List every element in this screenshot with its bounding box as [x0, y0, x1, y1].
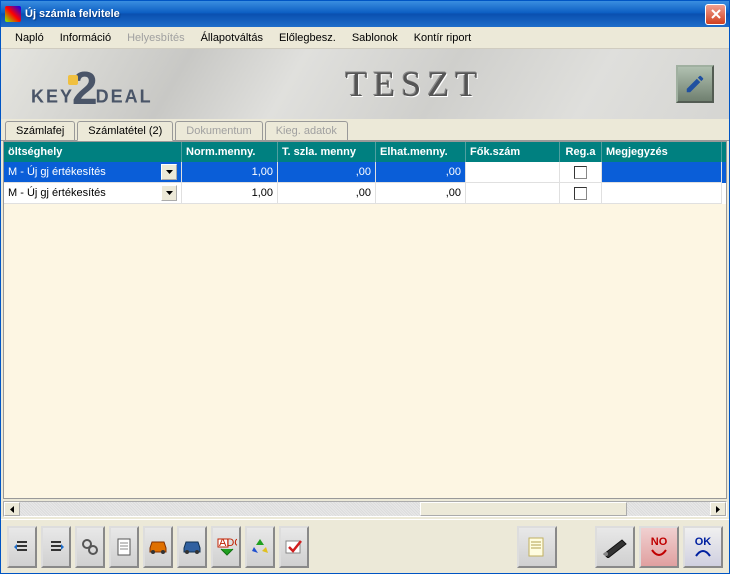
dropdown-icon[interactable]: [161, 164, 177, 180]
tool-recycle[interactable]: [245, 526, 275, 568]
col-rega[interactable]: Reg.a: [560, 142, 602, 162]
col-norm[interactable]: Norm.menny.: [182, 142, 278, 162]
menu-elolegbesz[interactable]: Előlegbesz.: [271, 30, 344, 46]
cell-norm[interactable]: 1,00: [182, 162, 278, 183]
ok-label: OK: [695, 536, 712, 548]
cell-rega[interactable]: [560, 162, 602, 183]
cell-elhat[interactable]: ,00: [376, 162, 466, 183]
cell-fokszam[interactable]: [466, 183, 560, 204]
brand-2: 2: [72, 61, 98, 115]
checkbox-icon[interactable]: [574, 187, 587, 200]
scroll-right-icon[interactable]: [710, 502, 726, 516]
tab-kieg-adatok: Kieg. adatok: [265, 121, 348, 140]
tool-gears-1[interactable]: [75, 526, 105, 568]
brand-key: KEY: [31, 87, 74, 107]
no-label: NO: [651, 536, 668, 548]
ok-button[interactable]: OK: [683, 526, 723, 568]
tool-indent-left[interactable]: [7, 526, 37, 568]
cell-koltseghely[interactable]: M - Új gj értékesítés: [4, 183, 182, 204]
cell-megj[interactable]: [602, 162, 722, 183]
col-fokszam[interactable]: Fők.szám: [466, 142, 560, 162]
scroll-thumb[interactable]: [420, 502, 627, 516]
col-tszla[interactable]: T. szla. menny: [278, 142, 376, 162]
tool-car-orange[interactable]: [143, 526, 173, 568]
main-window: Új számla felvitele Napló Információ Hel…: [0, 0, 730, 574]
grid-empty-area: [4, 204, 726, 498]
tab-szamlatetel[interactable]: Számlatétel (2): [77, 121, 173, 141]
scroll-left-icon[interactable]: [4, 502, 20, 516]
cell-text: M - Új gj értékesítés: [8, 164, 159, 180]
cell-megj[interactable]: [602, 183, 722, 204]
tool-pen[interactable]: [595, 526, 635, 568]
table-row[interactable]: M - Új gj értékesítés 1,00 ,00 ,00: [4, 162, 726, 183]
window-title: Új számla felvitele: [25, 8, 703, 20]
cell-text: M - Új gj értékesítés: [8, 185, 159, 201]
no-button[interactable]: NO: [639, 526, 679, 568]
dropdown-icon[interactable]: [161, 185, 177, 201]
grid-header: öltséghely Norm.menny. T. szla. menny El…: [4, 142, 726, 162]
tool-ado[interactable]: ADÓ: [211, 526, 241, 568]
grid: öltséghely Norm.menny. T. szla. menny El…: [3, 141, 727, 499]
cell-tszla[interactable]: ,00: [278, 162, 376, 183]
menubar: Napló Információ Helyesbítés Állapotvált…: [1, 27, 729, 49]
bottom-toolbar: ADÓ NO OK: [1, 519, 729, 573]
menu-naplo[interactable]: Napló: [7, 30, 52, 46]
svg-text:ADÓ: ADÓ: [219, 537, 237, 549]
checkbox-icon[interactable]: [574, 166, 587, 179]
tabstrip: Számlafej Számlatétel (2) Dokumentum Kie…: [1, 119, 729, 141]
banner: KEY2DEAL TESZT: [1, 49, 729, 119]
edit-corner-button[interactable]: [676, 65, 714, 103]
cell-elhat[interactable]: ,00: [376, 183, 466, 204]
tool-indent-right[interactable]: [41, 526, 71, 568]
close-button[interactable]: [705, 4, 726, 25]
table-row[interactable]: M - Új gj értékesítés 1,00 ,00 ,00: [4, 183, 726, 204]
menu-informacio[interactable]: Információ: [52, 30, 119, 46]
horizontal-scrollbar[interactable]: [3, 501, 727, 517]
tool-note[interactable]: [517, 526, 557, 568]
cell-rega[interactable]: [560, 183, 602, 204]
tab-szamlafej[interactable]: Számlafej: [5, 121, 75, 140]
cell-tszla[interactable]: ,00: [278, 183, 376, 204]
menu-allapotvaltas[interactable]: Állapotváltás: [193, 30, 271, 46]
brand-deal: DEAL: [96, 87, 153, 107]
brand-logo: KEY2DEAL: [31, 57, 153, 111]
tool-check[interactable]: [279, 526, 309, 568]
banner-center-text: TESZT: [153, 63, 676, 105]
col-koltseghely[interactable]: öltséghely: [4, 142, 182, 162]
menu-helyesbites: Helyesbítés: [119, 30, 192, 46]
cell-fokszam[interactable]: [466, 162, 560, 183]
titlebar: Új számla felvitele: [1, 1, 729, 27]
cell-norm[interactable]: 1,00: [182, 183, 278, 204]
scroll-track[interactable]: [20, 502, 710, 516]
col-elhat[interactable]: Elhat.menny.: [376, 142, 466, 162]
tool-car-blue[interactable]: [177, 526, 207, 568]
tool-document[interactable]: [109, 526, 139, 568]
tab-dokumentum: Dokumentum: [175, 121, 262, 140]
cell-koltseghely[interactable]: M - Új gj értékesítés: [4, 162, 182, 183]
app-icon: [5, 6, 21, 22]
menu-sablonok[interactable]: Sablonok: [344, 30, 406, 46]
menu-kontir-riport[interactable]: Kontír riport: [406, 30, 479, 46]
col-megjegyzes[interactable]: Megjegyzés: [602, 142, 722, 162]
